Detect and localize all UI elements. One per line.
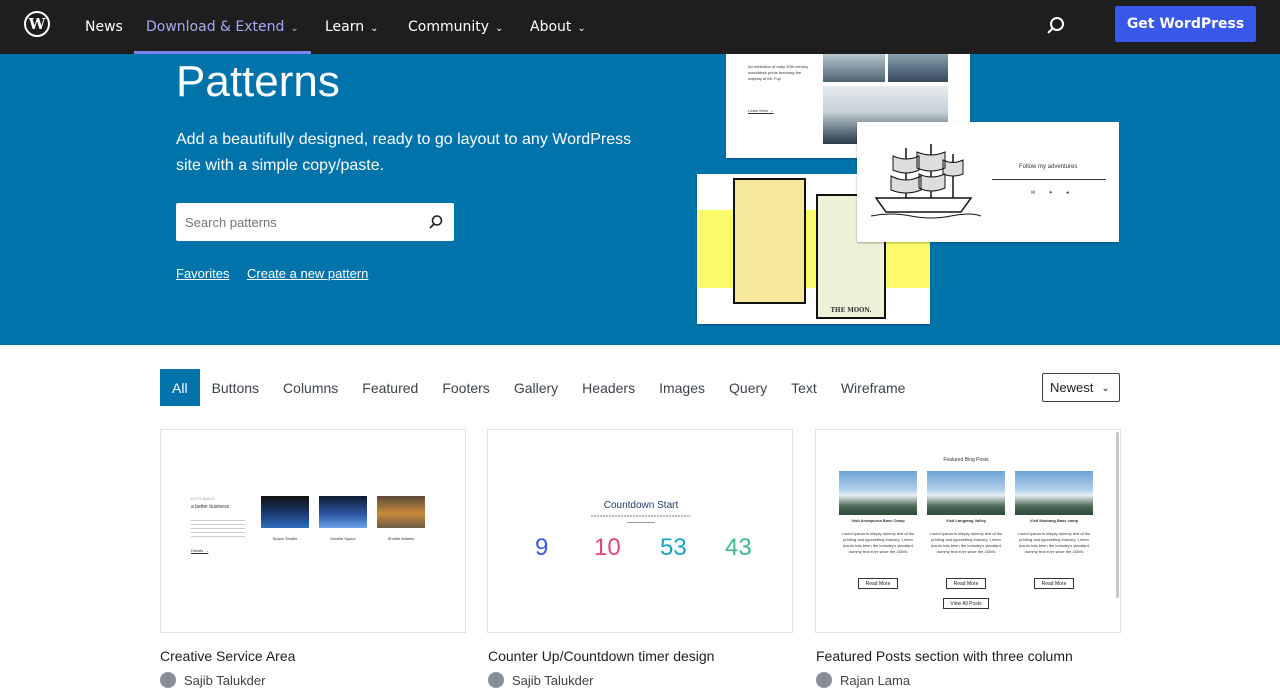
countdown-number: 9	[535, 534, 549, 561]
hero-description: Add a beautifully designed, ready to go …	[176, 131, 632, 174]
sort-select[interactable]: Newest ⌄	[1042, 373, 1120, 402]
get-wordpress-button[interactable]: Get WordPress	[1115, 6, 1256, 42]
filter-text[interactable]: Text	[779, 369, 829, 406]
pattern-title[interactable]: Counter Up/Countdown timer design	[488, 648, 714, 664]
countdown-number: 10	[594, 534, 621, 561]
view-all-posts-button: View All Posts	[943, 598, 989, 609]
space-shuttle-image	[261, 496, 309, 528]
avatar	[488, 672, 504, 688]
countdown-number: 53	[660, 534, 687, 561]
read-more-button: Read More	[858, 578, 898, 589]
filter-query[interactable]: Query	[717, 369, 779, 406]
filter-wireframe[interactable]: Wireframe	[829, 369, 918, 406]
nav-news[interactable]: News	[85, 0, 123, 54]
tarot-card-image	[733, 178, 806, 304]
pattern-preview-countdown[interactable]: Countdown Start 9 10 53 43	[487, 429, 793, 633]
search-icon[interactable]	[1044, 14, 1068, 38]
text-block	[191, 520, 245, 538]
chevron-down-icon: ⌄	[1101, 383, 1110, 394]
pattern-preview-creative-service[interactable]: LET'S BUILD a better business Details → …	[160, 429, 466, 633]
shuttle-launch-image	[377, 496, 425, 528]
mountain-image	[839, 471, 917, 515]
filter-headers[interactable]: Headers	[570, 369, 647, 406]
wordpress-logo-icon[interactable]: W	[24, 11, 50, 37]
filter-gallery[interactable]: Gallery	[502, 369, 570, 406]
chevron-down-icon: ⌄	[370, 22, 379, 34]
pattern-title[interactable]: Featured Posts section with three column	[816, 648, 1073, 664]
divider	[992, 179, 1106, 180]
mountain-image	[927, 471, 1005, 515]
nav-community[interactable]: Community ⌄	[408, 0, 503, 54]
countdown-number: 43	[725, 534, 752, 561]
read-more-button: Read More	[946, 578, 986, 589]
nav-learn[interactable]: Learn ⌄	[325, 0, 379, 54]
preview-card-adventures: Follow my adventures ✉ ✦ ●	[857, 122, 1119, 242]
filter-images[interactable]: Images	[647, 369, 717, 406]
pattern-author[interactable]: Sajib Talukder	[488, 672, 593, 688]
pattern-author[interactable]: Sajib Talukder	[160, 672, 265, 688]
nav-about[interactable]: About ⌄	[530, 0, 586, 54]
search-icon[interactable]	[428, 214, 444, 230]
divider	[627, 522, 655, 523]
filter-footers[interactable]: Footers	[430, 369, 501, 406]
chevron-down-icon: ⌄	[577, 22, 586, 34]
filter-columns[interactable]: Columns	[271, 369, 350, 406]
filter-all[interactable]: All	[160, 369, 200, 406]
woodblock-print-image	[823, 54, 885, 82]
preview-scrollbar[interactable]	[1116, 432, 1119, 598]
search-input[interactable]: Search patterns	[176, 203, 454, 241]
hubble-image	[319, 496, 367, 528]
filter-buttons[interactable]: Buttons	[200, 369, 271, 406]
ship-illustration-icon	[871, 144, 981, 219]
avatar	[816, 672, 832, 688]
top-navigation: W News Download & Extend ⌄ Learn ⌄ Communi…	[0, 0, 1280, 54]
nav-download-extend[interactable]: Download & Extend ⌄	[134, 0, 311, 54]
read-more-button: Read More	[1034, 578, 1074, 589]
filter-featured[interactable]: Featured	[350, 369, 430, 406]
page-title: Patterns	[176, 57, 340, 106]
avatar	[160, 672, 176, 688]
favorites-link[interactable]: Favorites	[176, 266, 229, 281]
pattern-title[interactable]: Creative Service Area	[160, 648, 295, 664]
social-icons: ✉ ✦ ●	[1031, 190, 1076, 196]
woodblock-print-image	[888, 54, 948, 82]
create-pattern-link[interactable]: Create a new pattern	[247, 266, 368, 281]
subtitle-text	[591, 515, 691, 517]
category-filters: All Buttons Columns Featured Footers Gal…	[160, 369, 917, 406]
pattern-author[interactable]: Rajan Lama	[816, 672, 910, 688]
mountain-image	[1015, 471, 1093, 515]
chevron-down-icon: ⌄	[290, 22, 299, 34]
chevron-down-icon: ⌄	[495, 22, 504, 34]
pattern-preview-featured-posts[interactable]: Featured Blog Posts Visit Annapurna Base…	[815, 429, 1121, 633]
hero-section: Patterns Add a beautifully designed, rea…	[0, 54, 1280, 345]
